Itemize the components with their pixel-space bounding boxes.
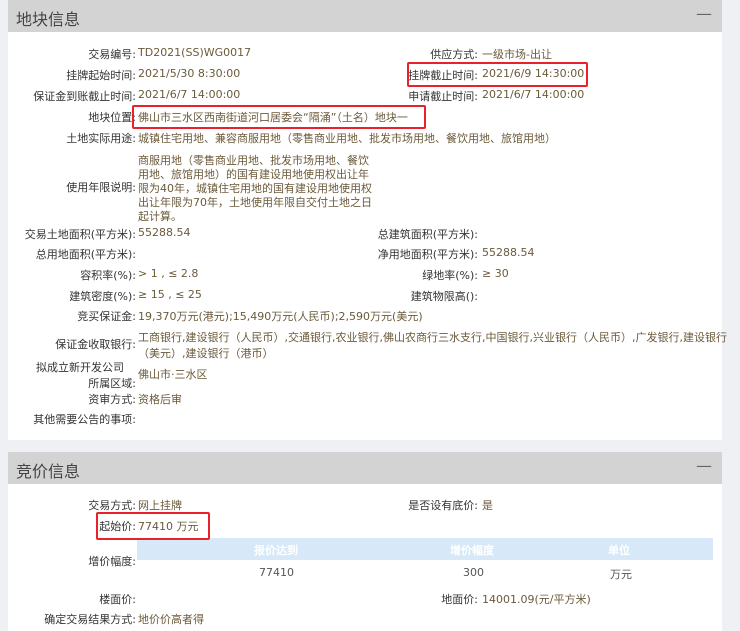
column-header: 报价达到 bbox=[254, 544, 298, 557]
reserve-price-flag: 是 bbox=[482, 499, 493, 512]
column-header: 增价幅度 bbox=[450, 544, 494, 557]
company-region: 佛山市·三水区 bbox=[138, 368, 208, 381]
field-label: 保证金到账截止时间: bbox=[33, 90, 136, 103]
bank-line: 工商银行,建设银行（人民币）,交通银行,农业银行,佛山农商行三水支行,中国银行,… bbox=[138, 331, 727, 344]
listing-start-time: 2021/5/30 8:30:00 bbox=[138, 67, 241, 80]
field-label: 使用年限说明: bbox=[66, 181, 136, 194]
field-label: 楼面价: bbox=[99, 593, 136, 606]
collapse-button[interactable]: — bbox=[696, 456, 712, 475]
plot-ratio: > 1 , ≤ 2.8 bbox=[138, 267, 199, 280]
field-label: 交易土地面积(平方米): bbox=[24, 228, 136, 241]
field-label: 总用地面积(平方米): bbox=[35, 248, 136, 261]
field-label: 绿地率(%): bbox=[422, 269, 478, 282]
land-usage: 城镇住宅用地、兼容商服用地（零售商业用地、批发市场用地、餐饮用地、旅馆用地） bbox=[138, 132, 556, 145]
deposit-deadline: 2021/6/7 14:00:00 bbox=[138, 88, 241, 101]
collapse-button[interactable]: — bbox=[696, 4, 712, 23]
term-line: 起计算。 bbox=[138, 210, 182, 223]
column-header: 单位 bbox=[608, 544, 630, 557]
table-cell: 万元 bbox=[610, 568, 632, 581]
field-label: 净用地面积(平方米): bbox=[377, 248, 478, 261]
field-label: 交易编号: bbox=[88, 48, 136, 61]
field-label: 土地实际用途: bbox=[66, 132, 136, 145]
field-label: 容积率(%): bbox=[80, 269, 136, 282]
highlight-box bbox=[407, 62, 588, 87]
field-label: 地块位置: bbox=[88, 111, 136, 124]
section-title: 竞价信息 bbox=[16, 462, 81, 481]
field-label: 其他需要公告的事项: bbox=[33, 413, 136, 426]
field-label: 总建筑面积(平方米): bbox=[377, 228, 478, 241]
net-land-area: 55288.54 bbox=[482, 246, 535, 259]
land-price: 14001.09(元/平方米) bbox=[482, 593, 591, 606]
bidding-info-header: 竞价信息 — bbox=[8, 452, 722, 484]
review-method: 资格后审 bbox=[138, 393, 182, 406]
field-label: 交易方式: bbox=[88, 499, 136, 512]
field-label: 竞买保证金: bbox=[77, 310, 136, 323]
table-cell: 77410 bbox=[259, 566, 294, 579]
field-label: 供应方式: bbox=[430, 48, 478, 61]
field-label: 是否设有底价: bbox=[408, 499, 478, 512]
increment-table-header: 报价达到 增价幅度 单位 bbox=[137, 538, 713, 560]
field-label: 资审方式: bbox=[88, 393, 136, 406]
field-label: 申请截止时间: bbox=[408, 90, 478, 103]
field-label: 增价幅度: bbox=[88, 555, 136, 568]
field-label: 挂牌起始时间: bbox=[66, 69, 136, 82]
application-deadline: 2021/6/7 14:00:00 bbox=[482, 88, 585, 101]
trade-number: TD2021(SS)WG0017 bbox=[138, 46, 252, 59]
building-density: ≥ 15 , ≤ 25 bbox=[138, 288, 202, 301]
land-area: 55288.54 bbox=[138, 226, 191, 239]
result-method: 地价价高者得 bbox=[138, 613, 204, 626]
field-label: 所属区域: bbox=[88, 377, 136, 390]
trade-method: 网上挂牌 bbox=[138, 499, 182, 512]
land-info-header: 地块信息 — bbox=[8, 0, 722, 32]
field-label: 地面价: bbox=[441, 593, 478, 606]
field-label: 建筑物限高(): bbox=[410, 290, 478, 303]
field-label: 拟成立新开发公司 bbox=[36, 361, 124, 374]
green-ratio: ≥ 30 bbox=[482, 267, 509, 280]
section-title: 地块信息 bbox=[16, 10, 81, 29]
highlight-box bbox=[132, 105, 426, 129]
table-cell: 300 bbox=[463, 566, 484, 579]
field-label: 确定交易结果方式: bbox=[44, 613, 136, 626]
field-label: 保证金收取银行: bbox=[55, 338, 136, 351]
field-label: 建筑密度(%): bbox=[69, 290, 136, 303]
bid-deposit: 19,370万元(港元);15,490万元(人民币);2,590万元(美元) bbox=[138, 310, 423, 323]
bank-line: （美元）,建设银行（港币） bbox=[138, 347, 274, 360]
supply-method: 一级市场-出让 bbox=[482, 48, 552, 61]
highlight-box bbox=[96, 512, 210, 540]
